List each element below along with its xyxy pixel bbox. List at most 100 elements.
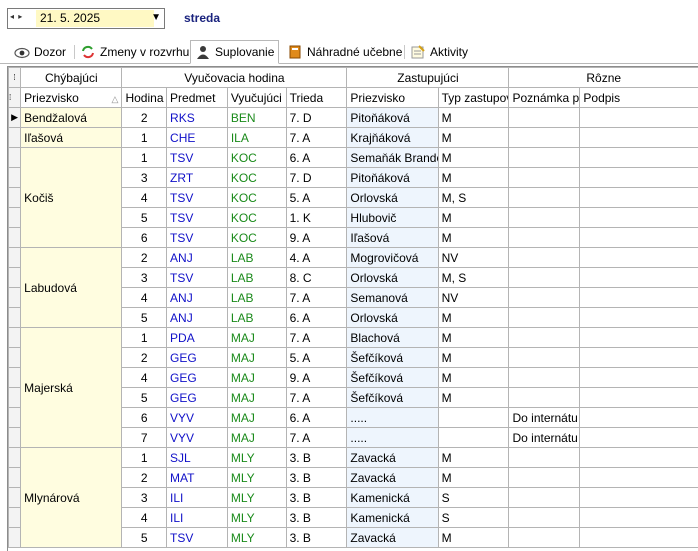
cell-poznamka[interactable] [508,447,581,468]
cell-trieda[interactable]: 3. B [285,507,348,528]
table-row[interactable]: Kočiš 1 TSV KOC 6. A Semaňák Brando M [8,147,698,248]
substitution-grid[interactable]: ⁞ Chýbajúci Vyučovacia hodina Zastupujúc… [7,66,698,551]
cell-trieda[interactable]: 3. B [285,447,348,468]
cell-poznamka[interactable] [508,187,581,208]
cell-hodina[interactable]: 4 [121,507,168,528]
cell-poznamka[interactable] [508,327,581,348]
tab-dozor[interactable]: Dozor [10,41,70,63]
cell-predmet[interactable]: TSV [166,527,228,548]
date-value[interactable]: 21. 5. 2025 [36,10,154,27]
cell-predmet[interactable]: TSV [166,267,228,288]
cell-podpis[interactable] [579,327,698,348]
cell-trieda[interactable]: 7. A [285,127,348,148]
cell-podpis[interactable] [579,147,698,168]
cell-predmet[interactable]: ANJ [166,247,228,268]
cell-absent-teacher[interactable]: Labudová [20,247,123,328]
cell-hodina[interactable]: 5 [121,527,168,548]
cell-trieda[interactable]: 7. A [285,287,348,308]
cell-podpis[interactable] [579,207,698,228]
cell-absent-teacher[interactable]: Kočiš [20,147,123,248]
cell-trieda[interactable]: 1. K [285,207,348,228]
cell-poznamka[interactable] [508,127,581,148]
date-nav-arrows[interactable]: ◂ ▸ [10,12,23,21]
cell-zastupujuci[interactable]: Zavacká [346,447,439,468]
cell-predmet[interactable]: VYV [166,407,228,428]
table-row[interactable]: Majerská 1 PDA MAJ 7. A Blachová M [8,327,698,448]
cell-predmet[interactable]: VYV [166,427,228,448]
row-indicator[interactable] [8,467,22,488]
cell-trieda[interactable]: 3. B [285,527,348,548]
cell-typ[interactable]: M [437,447,510,468]
row-indicator[interactable] [8,367,22,388]
cell-poznamka[interactable]: Do internátu [508,427,581,448]
cell-zastupujuci[interactable]: Kamenická [346,487,439,508]
cell-predmet[interactable]: PDA [166,327,228,348]
tab-aktivity[interactable]: Aktivity [403,41,472,63]
cell-podpis[interactable] [579,407,698,428]
cell-podpis[interactable] [579,427,698,448]
cell-poznamka[interactable] [508,227,581,248]
column-header-trieda[interactable]: Trieda [285,87,348,108]
cell-vyucujuci[interactable]: LAB [226,287,287,308]
row-indicator[interactable] [8,267,22,288]
cell-vyucujuci[interactable]: KOC [226,167,287,188]
column-header-priezvisko[interactable]: Priezvisko △ [20,87,123,108]
column-header-typ[interactable]: Typ zastupov [437,87,510,108]
row-indicator[interactable] [8,247,22,268]
table-row[interactable]: Mlynárová 1 SJL MLY 3. B Zavacká M [8,447,698,548]
cell-typ[interactable]: M [437,107,510,128]
cell-vyucujuci[interactable]: MLY [226,527,287,548]
row-indicator[interactable] [8,447,22,468]
cell-vyucujuci[interactable]: BEN [226,107,287,128]
row-indicator[interactable] [8,147,22,168]
cell-typ[interactable]: NV [437,287,510,308]
cell-zastupujuci[interactable]: Šefčíková [346,387,439,408]
cell-zastupujuci[interactable]: Blachová [346,327,439,348]
cell-zastupujuci[interactable]: Orlovská [346,187,439,208]
cell-poznamka[interactable] [508,507,581,528]
column-header-vyucujuci[interactable]: Vyučujúci [226,87,287,108]
cell-vyucujuci[interactable]: KOC [226,187,287,208]
cell-vyucujuci[interactable]: KOC [226,147,287,168]
row-indicator[interactable] [8,347,22,368]
cell-typ[interactable] [437,407,510,428]
column-header-predmet[interactable]: Predmet [166,87,228,108]
cell-typ[interactable]: S [437,487,510,508]
cell-zastupujuci[interactable]: Zavacká [346,467,439,488]
cell-predmet[interactable]: MAT [166,467,228,488]
row-indicator[interactable] [8,327,22,348]
cell-podpis[interactable] [579,527,698,548]
cell-trieda[interactable]: 5. A [285,187,348,208]
cell-vyucujuci[interactable]: MAJ [226,347,287,368]
row-indicator[interactable] [8,287,22,308]
cell-trieda[interactable]: 6. A [285,407,348,428]
cell-predmet[interactable]: CHE [166,127,228,148]
column-header-zastupujuci[interactable]: Priezvisko [346,87,439,108]
cell-podpis[interactable] [579,227,698,248]
cell-predmet[interactable]: ILI [166,487,228,508]
cell-hodina[interactable]: 1 [121,327,168,348]
cell-trieda[interactable]: 4. A [285,247,348,268]
cell-poznamka[interactable] [508,107,581,128]
cell-hodina[interactable]: 5 [121,307,168,328]
cell-predmet[interactable]: TSV [166,207,228,228]
cell-predmet[interactable]: ZRT [166,167,228,188]
cell-zastupujuci[interactable]: Kamenická [346,507,439,528]
column-header-poznamka[interactable]: Poznámka p [508,87,581,108]
cell-hodina[interactable]: 2 [121,347,168,368]
row-indicator[interactable]: ▶ [8,107,22,128]
cell-poznamka[interactable] [508,527,581,548]
row-indicator[interactable] [8,407,22,428]
row-indicator[interactable] [8,507,22,528]
cell-vyucujuci[interactable]: MAJ [226,387,287,408]
cell-trieda[interactable]: 3. B [285,487,348,508]
cell-zastupujuci[interactable]: Šefčíková [346,367,439,388]
tab-suplovanie[interactable]: Suplovanie [190,40,280,64]
cell-zastupujuci[interactable]: Iľašová [346,227,439,248]
row-indicator[interactable] [8,127,22,148]
cell-poznamka[interactable]: Do internátu [508,407,581,428]
cell-trieda[interactable]: 7. D [285,167,348,188]
tab-nahradne-ucebne[interactable]: Náhradné učebne [283,41,406,63]
cell-typ[interactable] [437,427,510,448]
cell-vyucujuci[interactable]: LAB [226,267,287,288]
